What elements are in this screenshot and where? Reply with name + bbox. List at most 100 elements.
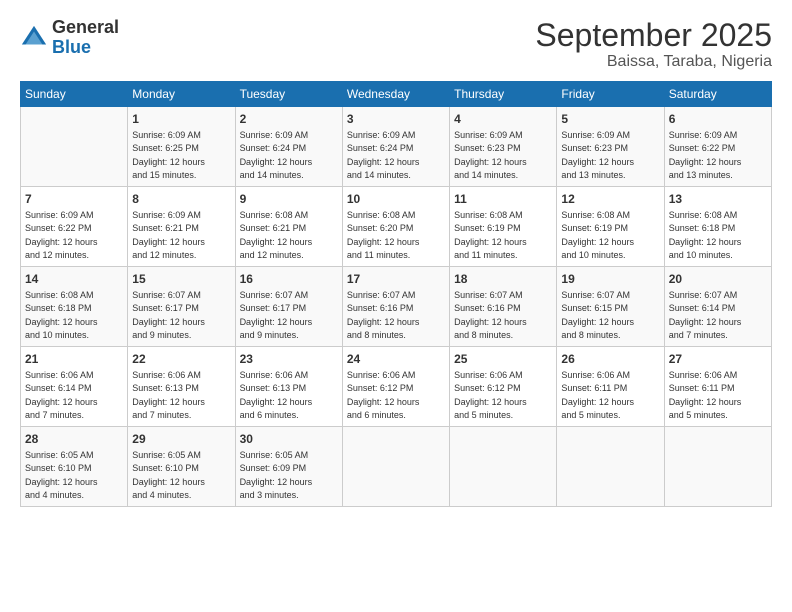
calendar-week-2: 7 Sunrise: 6:09 AM Sunset: 6:22 PM Daylig… bbox=[21, 187, 772, 267]
col-friday: Friday bbox=[557, 82, 664, 107]
day-number: 10 bbox=[347, 191, 445, 208]
day-info: Sunrise: 6:07 AM Sunset: 6:16 PM Dayligh… bbox=[347, 290, 420, 340]
day-number: 16 bbox=[240, 271, 338, 288]
calendar-cell: 30 Sunrise: 6:05 AM Sunset: 6:09 PM Dayli… bbox=[235, 427, 342, 507]
calendar-week-5: 28 Sunrise: 6:05 AM Sunset: 6:10 PM Dayli… bbox=[21, 427, 772, 507]
calendar-cell: 5 Sunrise: 6:09 AM Sunset: 6:23 PM Daylig… bbox=[557, 107, 664, 187]
col-saturday: Saturday bbox=[664, 82, 771, 107]
calendar-cell: 29 Sunrise: 6:05 AM Sunset: 6:10 PM Dayli… bbox=[128, 427, 235, 507]
calendar-cell: 7 Sunrise: 6:09 AM Sunset: 6:22 PM Daylig… bbox=[21, 187, 128, 267]
calendar-week-4: 21 Sunrise: 6:06 AM Sunset: 6:14 PM Dayli… bbox=[21, 347, 772, 427]
day-info: Sunrise: 6:06 AM Sunset: 6:11 PM Dayligh… bbox=[561, 370, 634, 420]
day-number: 7 bbox=[25, 191, 123, 208]
day-number: 9 bbox=[240, 191, 338, 208]
day-info: Sunrise: 6:07 AM Sunset: 6:15 PM Dayligh… bbox=[561, 290, 634, 340]
calendar-cell: 15Sunrise: 6:07 AM Sunset: 6:17 PM Dayli… bbox=[128, 267, 235, 347]
day-info: Sunrise: 6:08 AM Sunset: 6:18 PM Dayligh… bbox=[669, 210, 742, 260]
calendar-cell: 23Sunrise: 6:06 AM Sunset: 6:13 PM Dayli… bbox=[235, 347, 342, 427]
day-number: 22 bbox=[132, 351, 230, 368]
day-number: 19 bbox=[561, 271, 659, 288]
day-info: Sunrise: 6:09 AM Sunset: 6:25 PM Dayligh… bbox=[132, 130, 205, 180]
day-number: 13 bbox=[669, 191, 767, 208]
day-number: 24 bbox=[347, 351, 445, 368]
col-sunday: Sunday bbox=[21, 82, 128, 107]
calendar-cell: 3Sunrise: 6:09 AM Sunset: 6:24 PM Daylig… bbox=[342, 107, 449, 187]
day-number: 29 bbox=[132, 431, 230, 448]
day-info: Sunrise: 6:08 AM Sunset: 6:20 PM Dayligh… bbox=[347, 210, 420, 260]
day-info: Sunrise: 6:09 AM Sunset: 6:24 PM Dayligh… bbox=[240, 130, 313, 180]
calendar-cell: 20 Sunrise: 6:07 AM Sunset: 6:14 PM Dayli… bbox=[664, 267, 771, 347]
day-number: 27 bbox=[669, 351, 767, 368]
calendar-cell: 25 Sunrise: 6:06 AM Sunset: 6:12 PM Dayli… bbox=[450, 347, 557, 427]
day-info: Sunrise: 6:08 AM Sunset: 6:18 PM Dayligh… bbox=[25, 290, 98, 340]
calendar-cell: 26Sunrise: 6:06 AM Sunset: 6:11 PM Dayli… bbox=[557, 347, 664, 427]
calendar-cell: 22 Sunrise: 6:06 AM Sunset: 6:13 PM Dayli… bbox=[128, 347, 235, 427]
day-number: 21 bbox=[25, 351, 123, 368]
day-info: Sunrise: 6:08 AM Sunset: 6:21 PM Dayligh… bbox=[240, 210, 313, 260]
logo-general: General bbox=[52, 18, 119, 38]
calendar-cell: 28 Sunrise: 6:05 AM Sunset: 6:10 PM Dayli… bbox=[21, 427, 128, 507]
calendar-cell: 27 Sunrise: 6:06 AM Sunset: 6:11 PM Dayli… bbox=[664, 347, 771, 427]
day-info: Sunrise: 6:08 AM Sunset: 6:19 PM Dayligh… bbox=[454, 210, 527, 260]
calendar-table: Sunday Monday Tuesday Wednesday Thursday… bbox=[20, 81, 772, 507]
day-number: 28 bbox=[25, 431, 123, 448]
day-number: 20 bbox=[669, 271, 767, 288]
col-wednesday: Wednesday bbox=[342, 82, 449, 107]
header-row: Sunday Monday Tuesday Wednesday Thursday… bbox=[21, 82, 772, 107]
calendar-cell: 13 Sunrise: 6:08 AM Sunset: 6:18 PM Dayli… bbox=[664, 187, 771, 267]
calendar-cell: 12 Sunrise: 6:08 AM Sunset: 6:19 PM Dayli… bbox=[557, 187, 664, 267]
logo-text: General Blue bbox=[52, 18, 119, 58]
col-tuesday: Tuesday bbox=[235, 82, 342, 107]
calendar-cell bbox=[557, 427, 664, 507]
calendar-cell: 2 Sunrise: 6:09 AM Sunset: 6:24 PM Daylig… bbox=[235, 107, 342, 187]
day-info: Sunrise: 6:09 AM Sunset: 6:23 PM Dayligh… bbox=[454, 130, 527, 180]
title-block: September 2025 Baissa, Taraba, Nigeria bbox=[535, 18, 772, 71]
day-number: 6 bbox=[669, 111, 767, 128]
day-info: Sunrise: 6:07 AM Sunset: 6:14 PM Dayligh… bbox=[669, 290, 742, 340]
calendar-cell: 6 Sunrise: 6:09 AM Sunset: 6:22 PM Daylig… bbox=[664, 107, 771, 187]
calendar-cell bbox=[450, 427, 557, 507]
calendar-cell: 14 Sunrise: 6:08 AM Sunset: 6:18 PM Dayli… bbox=[21, 267, 128, 347]
day-number: 5 bbox=[561, 111, 659, 128]
calendar-cell: 9 Sunrise: 6:08 AM Sunset: 6:21 PM Daylig… bbox=[235, 187, 342, 267]
day-info: Sunrise: 6:09 AM Sunset: 6:23 PM Dayligh… bbox=[561, 130, 634, 180]
day-info: Sunrise: 6:08 AM Sunset: 6:19 PM Dayligh… bbox=[561, 210, 634, 260]
day-info: Sunrise: 6:06 AM Sunset: 6:14 PM Dayligh… bbox=[25, 370, 98, 420]
calendar-cell: 17 Sunrise: 6:07 AM Sunset: 6:16 PM Dayli… bbox=[342, 267, 449, 347]
day-number: 25 bbox=[454, 351, 552, 368]
day-info: Sunrise: 6:06 AM Sunset: 6:13 PM Dayligh… bbox=[240, 370, 313, 420]
day-info: Sunrise: 6:05 AM Sunset: 6:09 PM Dayligh… bbox=[240, 450, 313, 500]
logo: General Blue bbox=[20, 18, 119, 58]
day-info: Sunrise: 6:06 AM Sunset: 6:12 PM Dayligh… bbox=[347, 370, 420, 420]
day-number: 4 bbox=[454, 111, 552, 128]
page: General Blue September 2025 Baissa, Tara… bbox=[0, 0, 792, 612]
day-number: 2 bbox=[240, 111, 338, 128]
day-number: 12 bbox=[561, 191, 659, 208]
day-info: Sunrise: 6:06 AM Sunset: 6:13 PM Dayligh… bbox=[132, 370, 205, 420]
calendar-cell: 18Sunrise: 6:07 AM Sunset: 6:16 PM Dayli… bbox=[450, 267, 557, 347]
day-number: 30 bbox=[240, 431, 338, 448]
day-number: 1 bbox=[132, 111, 230, 128]
day-number: 11 bbox=[454, 191, 552, 208]
calendar-cell bbox=[664, 427, 771, 507]
day-number: 8 bbox=[132, 191, 230, 208]
calendar-cell: 11 Sunrise: 6:08 AM Sunset: 6:19 PM Dayli… bbox=[450, 187, 557, 267]
col-thursday: Thursday bbox=[450, 82, 557, 107]
day-info: Sunrise: 6:09 AM Sunset: 6:22 PM Dayligh… bbox=[669, 130, 742, 180]
header: General Blue September 2025 Baissa, Tara… bbox=[20, 18, 772, 71]
day-info: Sunrise: 6:05 AM Sunset: 6:10 PM Dayligh… bbox=[25, 450, 98, 500]
day-info: Sunrise: 6:05 AM Sunset: 6:10 PM Dayligh… bbox=[132, 450, 205, 500]
day-number: 14 bbox=[25, 271, 123, 288]
day-info: Sunrise: 6:09 AM Sunset: 6:21 PM Dayligh… bbox=[132, 210, 205, 260]
logo-blue: Blue bbox=[52, 38, 119, 58]
day-info: Sunrise: 6:09 AM Sunset: 6:22 PM Dayligh… bbox=[25, 210, 98, 260]
day-info: Sunrise: 6:06 AM Sunset: 6:11 PM Dayligh… bbox=[669, 370, 742, 420]
calendar-cell: 4 Sunrise: 6:09 AM Sunset: 6:23 PM Daylig… bbox=[450, 107, 557, 187]
day-info: Sunrise: 6:06 AM Sunset: 6:12 PM Dayligh… bbox=[454, 370, 527, 420]
calendar-cell: 24 Sunrise: 6:06 AM Sunset: 6:12 PM Dayli… bbox=[342, 347, 449, 427]
col-monday: Monday bbox=[128, 82, 235, 107]
calendar-cell: 16Sunrise: 6:07 AM Sunset: 6:17 PM Dayli… bbox=[235, 267, 342, 347]
calendar-cell: 8 Sunrise: 6:09 AM Sunset: 6:21 PM Daylig… bbox=[128, 187, 235, 267]
page-title: September 2025 bbox=[535, 18, 772, 53]
day-number: 17 bbox=[347, 271, 445, 288]
